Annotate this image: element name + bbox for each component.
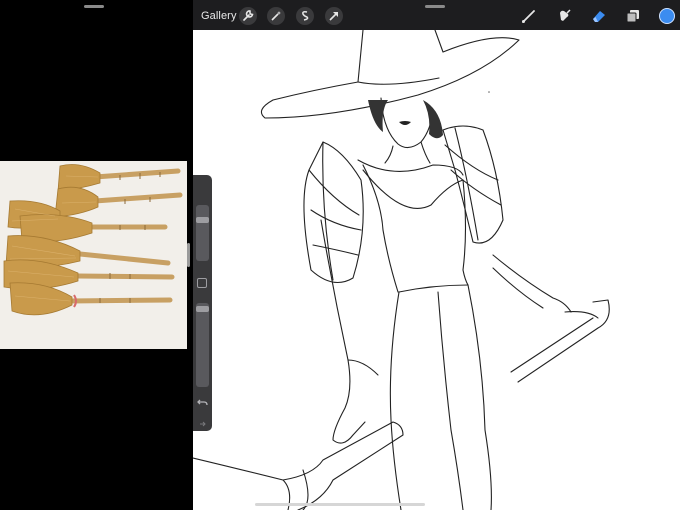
procreate-app: Gallery [193, 0, 680, 510]
brush-size-slider[interactable] [196, 205, 209, 261]
home-indicator [255, 503, 425, 506]
split-view-divider-handle[interactable] [187, 243, 190, 267]
magic-wand-icon[interactable] [267, 7, 285, 25]
layers-icon[interactable] [624, 7, 642, 25]
multitask-grabber[interactable] [425, 5, 445, 8]
gallery-button[interactable]: Gallery [201, 10, 237, 22]
wrench-icon[interactable] [239, 7, 257, 25]
opacity-slider[interactable] [196, 303, 209, 387]
brooms-image [3, 164, 183, 316]
side-toolbar [193, 175, 212, 431]
top-toolbar: Gallery [193, 0, 680, 30]
selection-icon[interactable] [296, 7, 314, 25]
modify-square-icon[interactable] [197, 278, 207, 288]
witch-sketch-drawing [193, 30, 610, 510]
brush-icon[interactable] [520, 7, 538, 25]
undo-icon[interactable] [197, 395, 208, 406]
transform-arrow-icon[interactable] [325, 7, 343, 25]
brush-size-thumb[interactable] [196, 217, 209, 223]
drawing-canvas[interactable] [193, 30, 680, 510]
smudge-icon[interactable] [555, 7, 573, 25]
reference-photo[interactable] [0, 161, 187, 349]
color-picker-button[interactable] [659, 8, 675, 24]
opacity-thumb[interactable] [196, 306, 209, 312]
eraser-icon[interactable] [590, 7, 608, 25]
redo-icon[interactable] [199, 415, 206, 427]
reference-pane [0, 0, 190, 510]
multitask-grabber[interactable] [84, 5, 104, 8]
